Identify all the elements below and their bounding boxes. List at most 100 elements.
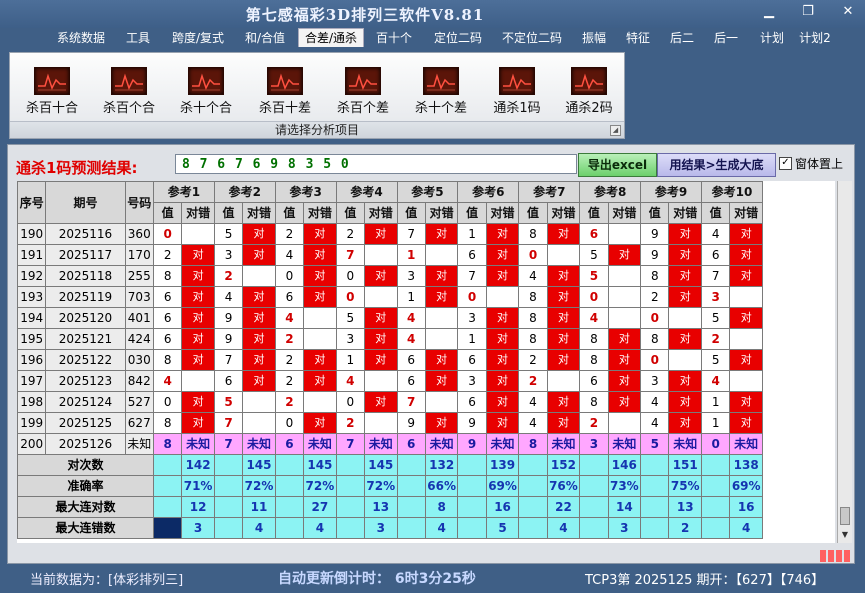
menu-item-1[interactable]: 工具 bbox=[118, 29, 158, 47]
seq-cell: 192 bbox=[17, 265, 47, 287]
table-row[interactable]: 190 2025116 360 0 5 对 2 对 2 对 7 对 1 对 8 对 6 9 对 4 对 bbox=[17, 223, 763, 245]
stat-spacer-cell bbox=[274, 475, 305, 497]
menu-item-13[interactable]: 计划2 bbox=[796, 29, 834, 47]
scroll-down-icon[interactable]: ▼ bbox=[839, 528, 851, 542]
predicted-value-cell: 9 bbox=[457, 433, 487, 455]
dialog-launcher-icon[interactable]: ◢ bbox=[610, 125, 621, 136]
mark-subheader: 对错 bbox=[242, 202, 276, 224]
generate-base-button[interactable]: 用结果>生成大底 bbox=[657, 153, 776, 177]
ribbon-button-label: 杀百十差 bbox=[258, 101, 311, 116]
menu-item-9[interactable]: 特征 bbox=[620, 29, 656, 47]
predicted-value-cell: 5 bbox=[640, 433, 670, 455]
seq-cell: 194 bbox=[17, 307, 47, 329]
value-cell: 0 bbox=[640, 307, 670, 329]
value-cell: 2 bbox=[213, 265, 244, 287]
mark-subheader: 对错 bbox=[668, 202, 702, 224]
table-row[interactable]: 198 2025124 527 0 对 5 2 0 对 7 6 对 4 对 8 对 4 对 1 对 bbox=[17, 391, 763, 413]
menu-item-3[interactable]: 和/合值 bbox=[238, 29, 292, 47]
hit-mark-cell: 对 bbox=[485, 307, 520, 329]
hit-mark-cell: 对 bbox=[242, 307, 276, 329]
value-cell: 6 bbox=[579, 223, 609, 245]
menu-item-5[interactable]: 百十个 bbox=[372, 29, 416, 47]
menu-item-12[interactable]: 计划 bbox=[754, 29, 790, 47]
hit-mark-cell: 对 bbox=[668, 328, 702, 350]
stat-row: 对次数 142 145 145 145 132 139 152 146 151 138 bbox=[17, 454, 763, 476]
value-cell: 3 bbox=[457, 307, 487, 329]
value-cell: 6 bbox=[457, 391, 487, 413]
stat-value-cell: 69% bbox=[729, 475, 763, 497]
predicted-value-cell: 6 bbox=[274, 433, 305, 455]
value-cell: 6 bbox=[152, 286, 183, 308]
number-cell: 703 bbox=[124, 286, 154, 308]
table-row[interactable]: 196 2025122 030 8 对 7 对 2 对 1 对 6 对 6 对 2 对 8 对 0 5 对 bbox=[17, 349, 763, 371]
miss-mark-cell bbox=[729, 328, 763, 350]
ribbon-button-1[interactable]: 杀百个合 bbox=[90, 67, 168, 116]
value-cell: 4 bbox=[152, 370, 183, 392]
analysis-table-container: 序号 期号 号码 参考1 参考2 参考3 参考4 参考5 参考6 参考7 参考8 参考9 参考10 值对错… bbox=[17, 181, 835, 543]
ribbon-button-label: 杀百十合 bbox=[25, 101, 78, 116]
menu-item-4[interactable]: 合差/通杀 bbox=[298, 28, 364, 47]
maximize-icon[interactable]: ❐ bbox=[797, 4, 819, 19]
vertical-scrollbar[interactable]: ▼ bbox=[837, 181, 852, 543]
prediction-result-field[interactable]: 8 7 6 7 6 9 8 3 5 0 bbox=[175, 154, 577, 174]
table-row[interactable]: 192 2025118 255 8 对 2 0 对 0 对 3 对 7 对 4 对 5 8 对 7 对 bbox=[17, 265, 763, 287]
period-header: 期号 bbox=[45, 181, 126, 224]
miss-mark-cell bbox=[546, 370, 581, 392]
table-row[interactable]: 197 2025123 842 4 6 对 2 对 4 6 对 3 对 2 6 对 3 对 4 bbox=[17, 370, 763, 392]
menu-item-7[interactable]: 不定位二码 bbox=[496, 29, 568, 47]
ribbon-button-6[interactable]: 通杀1码 bbox=[478, 67, 556, 116]
table-row[interactable]: 195 2025121 424 6 对 9 对 2 3 对 4 1 对 8 对 8 对 8 对 2 bbox=[17, 328, 763, 350]
value-cell: 8 bbox=[518, 307, 548, 329]
predicted-value-cell: 3 bbox=[579, 433, 609, 455]
ribbon-button-3[interactable]: 杀百十差 bbox=[246, 67, 324, 116]
ribbon-button-7[interactable]: 通杀2码 bbox=[550, 67, 628, 116]
menu-item-11[interactable]: 后一 bbox=[708, 29, 744, 47]
window-on-top-checkbox[interactable]: ✓ bbox=[779, 157, 792, 170]
stat-value-cell: 72% bbox=[303, 475, 337, 497]
value-subheader: 值 bbox=[518, 202, 548, 224]
stat-value-cell: 8 bbox=[424, 496, 459, 518]
table-row[interactable]: 191 2025117 170 2 对 3 对 4 对 7 1 6 对 0 5 对 9 对 6 对 bbox=[17, 244, 763, 266]
value-subheader: 值 bbox=[640, 202, 670, 224]
menu-item-6[interactable]: 定位二码 bbox=[428, 29, 488, 47]
resize-grip-icon[interactable] bbox=[820, 547, 852, 562]
miss-mark-cell bbox=[364, 370, 398, 392]
value-cell: 4 bbox=[396, 328, 426, 350]
ribbon-button-4[interactable]: 杀百个差 bbox=[324, 67, 402, 116]
minimize-icon[interactable]: ▁ bbox=[758, 4, 780, 19]
stat-spacer-cell bbox=[640, 496, 670, 518]
ribbon-button-0[interactable]: 杀百十合 bbox=[13, 67, 91, 116]
miss-mark-cell bbox=[303, 307, 337, 329]
menu-item-8[interactable]: 振幅 bbox=[576, 29, 612, 47]
table-row[interactable]: 193 2025119 703 6 对 4 对 6 对 0 1 对 0 8 对 0 2 对 3 bbox=[17, 286, 763, 308]
value-cell: 2 bbox=[640, 286, 670, 308]
export-excel-button[interactable]: 导出excel bbox=[578, 153, 657, 177]
ribbon-button-5[interactable]: 杀十个差 bbox=[402, 67, 480, 116]
hit-mark-cell: 对 bbox=[485, 391, 520, 413]
hit-mark-cell: 对 bbox=[485, 223, 520, 245]
miss-mark-cell bbox=[424, 328, 459, 350]
value-cell: 4 bbox=[518, 265, 548, 287]
prediction-row[interactable]: 200 2025126 未知 8 未知 7 未知 6 未知 7 未知 6 未知 9 未知 8 未知 3 未知 5 未知 0… bbox=[17, 433, 763, 455]
ribbon-button-label: 通杀2码 bbox=[565, 101, 613, 116]
menu-item-0[interactable]: 系统数据 bbox=[52, 29, 110, 47]
value-cell: 6 bbox=[152, 328, 183, 350]
hit-mark-cell: 对 bbox=[181, 265, 215, 287]
table-row[interactable]: 199 2025125 627 8 对 7 0 对 2 9 对 9 对 4 对 2 4 对 1 对 bbox=[17, 412, 763, 434]
ribbon-button-2[interactable]: 杀十个合 bbox=[167, 67, 245, 116]
chart-monitor-icon bbox=[34, 67, 70, 95]
value-cell: 7 bbox=[213, 349, 244, 371]
table-row[interactable]: 194 2025120 401 6 对 9 对 4 5 对 4 3 对 8 对 4 0 5 对 bbox=[17, 307, 763, 329]
number-cell: 170 bbox=[124, 244, 154, 266]
scrollbar-thumb[interactable] bbox=[840, 507, 850, 525]
menu-item-10[interactable]: 后二 bbox=[664, 29, 700, 47]
ref-header: 参考3 bbox=[274, 181, 337, 203]
hit-mark-cell: 对 bbox=[729, 244, 763, 266]
close-icon[interactable]: ✕ bbox=[837, 4, 859, 19]
value-cell: 8 bbox=[518, 328, 548, 350]
miss-mark-cell bbox=[424, 307, 459, 329]
menu-item-2[interactable]: 跨度/复式 bbox=[166, 29, 230, 47]
value-cell: 6 bbox=[274, 286, 305, 308]
period-cell: 2025126 bbox=[45, 433, 126, 455]
period-cell: 2025122 bbox=[45, 349, 126, 371]
